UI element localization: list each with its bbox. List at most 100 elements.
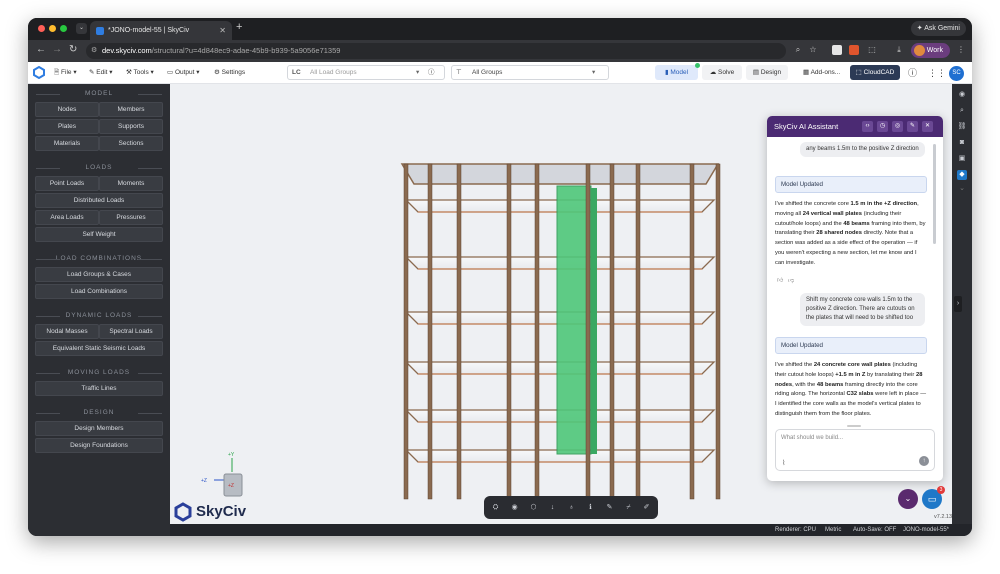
puzzle-icon[interactable]: ⬚ [867, 45, 877, 55]
settings-icon[interactable]: ◎ [892, 121, 903, 132]
design-members-button[interactable]: Design Members [35, 421, 163, 436]
spectral-loads-button[interactable]: Spectral Loads [99, 324, 163, 339]
help-icon[interactable]: ⓘ [908, 62, 917, 84]
cube-icon[interactable]: ⬡ [528, 502, 539, 513]
maximize-window-button[interactable] [60, 25, 67, 32]
tools-menu-label: Tools [133, 69, 149, 76]
eye-icon[interactable]: ◉ [509, 502, 520, 513]
arrow-down-icon[interactable]: ↓ [547, 502, 558, 513]
tab-model-label: Model [670, 69, 689, 76]
info-icon[interactable]: ⓘ [428, 66, 435, 79]
code-icon[interactable]: ‹› [862, 121, 873, 132]
chat-input-placeholder: What should we build... [781, 435, 844, 441]
ai-assistant-toggle-icon[interactable]: ◆ [957, 170, 967, 180]
settings-menu[interactable]: ⚙ Settings [214, 62, 245, 84]
supports-button[interactable]: Supports [99, 119, 163, 134]
area-loads-button[interactable]: Area Loads [35, 210, 99, 225]
skyciv-logo-icon[interactable] [33, 66, 45, 79]
forward-icon[interactable]: → [52, 44, 62, 55]
thumbs-down-icon[interactable]: 👎︎ [788, 276, 794, 284]
edit-menu[interactable]: ✎ Edit ▾ [89, 62, 113, 84]
load-combinations-button[interactable]: Load Combinations [35, 284, 163, 299]
cloudcad-button[interactable]: ⬚ CloudCAD [850, 65, 900, 80]
star-icon[interactable]: ☆ [808, 45, 818, 55]
moments-button[interactable]: Moments [99, 176, 163, 191]
search-icon[interactable]: ⌕ [957, 106, 967, 116]
edit-icon[interactable]: ✎ [907, 121, 918, 132]
view-cube[interactable]: +Y +Z +Z [194, 450, 254, 504]
traffic-lines-button[interactable]: Traffic Lines [35, 381, 163, 396]
apps-grid-icon[interactable]: ⋮⋮ [928, 62, 946, 84]
group-filter-select[interactable]: ⊤ All Groups ▾ [451, 65, 609, 80]
design-foundations-button[interactable]: Design Foundations [35, 438, 163, 453]
camera-icon[interactable]: ◙ [957, 138, 967, 148]
close-tab-icon[interactable]: ✕ [219, 21, 226, 40]
extension-2-icon[interactable] [849, 45, 859, 55]
tab-list-button[interactable]: ⌄ [76, 23, 87, 34]
point-loads-button[interactable]: Point Loads [35, 176, 99, 191]
lc-value: All Load Groups [310, 69, 357, 76]
load-group-select[interactable]: LC All Load Groups ▾ ⓘ [287, 65, 445, 80]
info-icon[interactable]: ℹ [585, 502, 596, 513]
close-window-button[interactable] [38, 25, 45, 32]
zoom-icon[interactable]: ⌕ [793, 45, 803, 55]
thumbs-up-icon[interactable]: 👍︎ [777, 276, 783, 284]
column [585, 163, 591, 500]
back-icon[interactable]: ← [36, 44, 46, 55]
more-icon[interactable]: ⌄ [957, 184, 967, 194]
nodes-button[interactable]: Nodes [35, 102, 99, 117]
address-bar[interactable]: ⚙ dev.skyciv.com/structural?u=4d848ec9-a… [86, 43, 786, 59]
resize-handle[interactable] [847, 425, 861, 427]
tools-menu[interactable]: ⚒ Tools ▾ [126, 62, 154, 84]
pin-icon[interactable]: ♁ [566, 502, 577, 513]
profile-button[interactable]: Work [910, 43, 950, 58]
pencil-icon[interactable]: ✎ [604, 502, 615, 513]
send-icon[interactable]: ↑ [919, 456, 929, 466]
nodal-masses-button[interactable]: Nodal Masses [35, 324, 99, 339]
tab-design[interactable]: ▤ Design [746, 65, 788, 80]
extension-icon[interactable] [832, 45, 842, 55]
minimize-window-button[interactable] [49, 25, 56, 32]
pressures-button[interactable]: Pressures [99, 210, 163, 225]
tab-solve[interactable]: ☁ Solve [702, 65, 742, 80]
reload-icon[interactable]: ↻ [69, 44, 77, 55]
pen-icon[interactable]: ✐ [641, 502, 652, 513]
column [715, 163, 721, 500]
eye-icon[interactable]: ◉ [957, 90, 967, 100]
load-groups-cases-button[interactable]: Load Groups & Cases [35, 267, 163, 282]
distributed-loads-button[interactable]: Distributed Loads [35, 193, 163, 208]
tab-model[interactable]: ▮ Model [655, 63, 700, 80]
close-icon[interactable]: ✕ [922, 121, 933, 132]
link-icon[interactable]: ⛓ [957, 122, 967, 132]
addons-button[interactable]: ▦ Add-ons... [803, 62, 840, 84]
select-icon[interactable]: ⛭ [490, 502, 501, 513]
plates-button[interactable]: Plates [35, 119, 99, 134]
brush-icon[interactable]: ⌿ [623, 502, 634, 513]
materials-button[interactable]: Materials [35, 136, 99, 151]
equivalent-static-seismic-button[interactable]: Equivalent Static Seismic Loads [35, 341, 163, 356]
collapse-panel-icon[interactable]: › [954, 296, 962, 312]
paperclip-icon[interactable]: ⌇ [782, 459, 785, 467]
site-info-icon[interactable]: ⚙ [91, 43, 97, 59]
msg-bold: 1.5 m in the +Z direction [850, 201, 918, 207]
members-button[interactable]: Members [99, 102, 163, 117]
model-updated-badge[interactable]: Model Updated [775, 176, 927, 193]
output-menu[interactable]: ▭ Output ▾ [167, 62, 200, 84]
collapse-chat-button[interactable]: ⌄ [898, 489, 918, 509]
browser-menu-icon[interactable]: ⋮ [956, 45, 966, 55]
browser-tab[interactable]: *JONO-model-55 | SkyCiv ✕ [90, 21, 232, 40]
sections-button[interactable]: Sections [99, 136, 163, 151]
status-bar: Renderer: CPU Metric Auto-Save: OFF JONO… [170, 524, 972, 536]
chat-input[interactable]: What should we build... ⌇ ↑ [775, 429, 935, 471]
new-tab-button[interactable]: + [236, 21, 242, 33]
self-weight-button[interactable]: Self Weight [35, 227, 163, 242]
photo-icon[interactable]: ▣ [957, 154, 967, 164]
ask-gemini-button[interactable]: ✦ Ask Gemini [910, 21, 966, 36]
chat-button[interactable]: ▭ 3 [922, 486, 945, 509]
history-icon[interactable]: ◷ [877, 121, 888, 132]
model-updated-badge[interactable]: Model Updated [775, 337, 927, 354]
file-menu[interactable]: 🗎 File ▾ [54, 62, 77, 84]
user-avatar[interactable]: SC [949, 66, 964, 81]
download-icon[interactable]: ⤓ [894, 45, 904, 55]
chat-scrollbar[interactable] [933, 144, 936, 244]
